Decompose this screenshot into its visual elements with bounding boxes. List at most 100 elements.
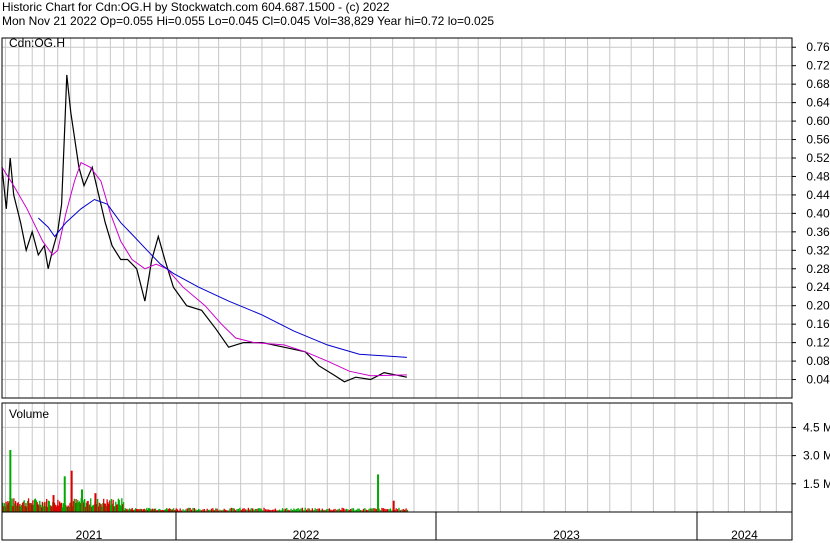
price-tick-label: 0.12	[806, 336, 830, 350]
year-label: 2021	[76, 528, 103, 542]
volume-bar	[186, 508, 188, 512]
price-tick-label: 0.64	[806, 96, 830, 110]
volume-bar	[216, 508, 218, 512]
volume-panel-border	[1, 402, 793, 513]
volume-bar	[405, 508, 407, 512]
volume-tick-label: 4.5 M	[803, 420, 830, 434]
volume-bar	[259, 508, 261, 512]
price-tick-label: 0.40	[806, 206, 830, 220]
price-tick-label: 0.16	[806, 317, 830, 331]
price-tick-label: 0.20	[806, 299, 830, 313]
volume-bar	[297, 507, 299, 512]
volume-bar	[317, 508, 319, 512]
year-label: 2023	[553, 528, 580, 542]
volume-bar	[242, 508, 244, 512]
volume-bar	[308, 508, 311, 512]
price-tick-label: 0.60	[806, 114, 830, 128]
symbol-label: Cdn:OG.H	[9, 36, 65, 50]
volume-bar	[372, 508, 375, 512]
volume-bar	[189, 507, 191, 512]
ma_long-line	[37, 198, 407, 358]
volume-bar	[341, 507, 343, 512]
volume-bar	[94, 493, 97, 512]
volume-bar	[392, 500, 395, 512]
volume-bar	[395, 508, 397, 512]
volume-bar	[342, 508, 345, 512]
axis-labels: 0.76 0.72 0.68 0.64 0.60 0.56 0.52 0.48 0.44 0.40…	[9, 36, 830, 542]
volume-bar	[300, 508, 302, 512]
price-tick-label: 0.72	[806, 59, 830, 73]
price-tick-label: 0.48	[806, 169, 830, 183]
volume-bar	[233, 508, 235, 512]
volume-bar	[229, 508, 231, 512]
volume-bars	[2, 449, 409, 512]
volume-bar	[232, 508, 234, 512]
volume-bar	[179, 508, 181, 512]
volume-bar	[247, 507, 250, 512]
price-tick-label: 0.32	[806, 243, 830, 257]
volume-bar	[301, 507, 304, 512]
volume-bar	[230, 507, 232, 512]
volume-bar	[358, 508, 360, 512]
volume-bar	[9, 449, 12, 512]
volume-bar	[374, 508, 376, 512]
volume-bar	[352, 508, 355, 512]
volume-bar	[338, 508, 340, 512]
stock-chart: 0.76 0.72 0.68 0.64 0.60 0.56 0.52 0.48 0.44 0.40…	[1, 36, 830, 542]
volume-bar	[215, 508, 217, 512]
volume-bar	[260, 508, 262, 512]
volume-bar	[81, 489, 84, 512]
volume-bar	[314, 508, 316, 512]
volume-bar	[307, 508, 309, 512]
grid-lines	[2, 38, 793, 512]
volume-bar	[192, 507, 194, 512]
price-tick-label: 0.04	[806, 373, 830, 387]
price-tick-label: 0.44	[806, 188, 830, 202]
volume-bar	[70, 470, 73, 512]
volume-bar	[351, 508, 353, 512]
volume-bar	[398, 507, 400, 512]
volume-bar	[63, 476, 66, 512]
volume-bar	[311, 508, 313, 512]
volume-bar	[239, 507, 241, 512]
volume-bar	[212, 508, 214, 512]
price-tick-label: 0.08	[806, 354, 830, 368]
price-tick-label: 0.76	[806, 40, 830, 54]
volume-bar	[369, 508, 372, 512]
volume-label: Volume	[9, 407, 49, 421]
volume-bar	[377, 474, 380, 512]
volume-bar	[364, 508, 366, 512]
volume-bar	[381, 507, 383, 512]
volume-bar	[243, 508, 245, 512]
volume-bar	[188, 507, 190, 512]
volume-bar	[175, 508, 177, 512]
volume-tick-label: 1.5 M	[803, 477, 830, 491]
volume-bar	[328, 508, 331, 512]
price-tick-label: 0.68	[806, 77, 830, 91]
volume-bar	[281, 508, 284, 512]
volume-bar	[318, 508, 321, 512]
price-tick-label: 0.28	[806, 262, 830, 276]
volume-bar	[286, 507, 288, 512]
date-axis-border	[1, 511, 793, 541]
volume-tick-label: 3.0 M	[803, 449, 830, 463]
volume-bar	[382, 508, 385, 512]
volume-bar	[304, 507, 306, 512]
volume-bar	[293, 508, 295, 512]
volume-bar	[371, 508, 373, 512]
volume-bar	[252, 508, 254, 512]
price-tick-label: 0.24	[806, 280, 830, 294]
volume-bar	[193, 508, 196, 512]
volume-bar	[257, 508, 259, 512]
volume-bar	[52, 495, 55, 512]
price-tick-label: 0.52	[806, 151, 830, 165]
volume-bar	[321, 508, 323, 512]
volume-bar	[250, 508, 252, 512]
price-tick-label: 0.56	[806, 133, 830, 147]
price-tick-label: 0.36	[806, 225, 830, 239]
volume-bar	[263, 507, 265, 512]
volume-bar	[274, 508, 277, 512]
volume-bar	[389, 508, 392, 512]
chart-frame	[1, 37, 796, 541]
year-label: 2022	[293, 528, 320, 542]
